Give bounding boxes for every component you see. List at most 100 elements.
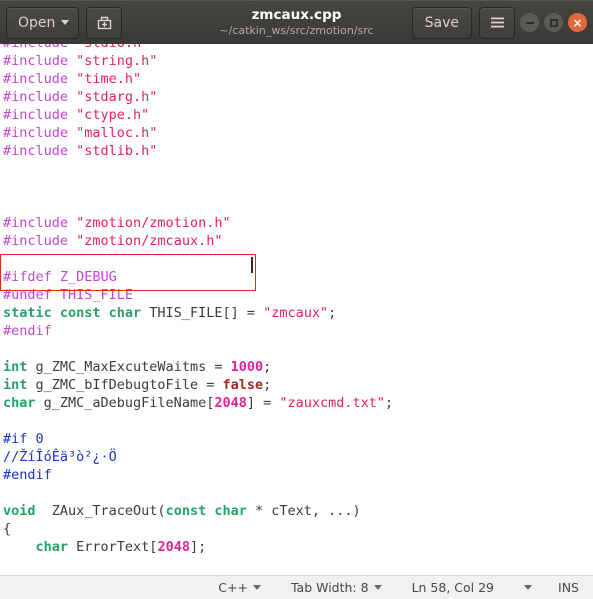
new-document-button[interactable] [86,6,123,39]
code-line: #include "stdlib.h" [3,142,393,160]
code-token-kw: char [35,539,69,555]
code-token-str: "ctype.h" [76,107,150,123]
code-token-num: 1000 [230,359,264,375]
code-token-str: "zmotion/zmcaux.h" [76,233,223,249]
code-token-str: "stdio.h" [76,44,149,51]
chevron-down-icon [373,585,382,590]
code-token-pre: #include [3,44,76,51]
chevron-down-icon [252,585,261,590]
code-token-plain: ; [263,359,272,375]
code-token-pre: #endif [3,323,52,339]
file-path-subtitle: ~/catkin_ws/src/zmotion/src [219,24,374,37]
code-token-plain: { [3,521,12,537]
code-line: #if 0 [3,430,393,448]
code-token-bool: false [222,377,264,393]
code-token-str: "zmotion/zmotion.h" [76,215,231,231]
code-token-plain: ] = [246,395,280,411]
code-token-str: "zmcaux" [263,305,329,321]
save-button-label: Save [424,14,459,31]
code-token-pre: #include [3,143,77,159]
code-token-pre: #ifdef Z_DEBUG [3,269,117,285]
code-line: void ZAux_TraceOut(const char * cText, .… [3,502,393,520]
code-line: int g_ZMC_MaxExcuteWaitms = 1000; [3,358,393,376]
code-token-kw: int [3,377,28,393]
code-token-inactive: #if 0 [3,431,44,447]
code-token-pre: #undef THIS_FILE [3,287,134,303]
code-line: char g_ZMC_aDebugFileName[2048] = "zauxc… [3,394,393,412]
maximize-button[interactable] [544,13,563,32]
code-token-kw: static const char [3,305,142,321]
code-line: static const char THIS_FILE[] = "zmcaux"… [3,304,393,322]
code-token-plain: ]; [189,539,207,555]
cursor-position-dropdown[interactable] [524,585,533,590]
window-titlebar: Open zmcaux.cpp ~/catkin_ws/src/zmotion/… [0,0,593,44]
code-token-str: "stdarg.h" [76,89,158,105]
open-button[interactable]: Open [6,6,80,39]
code-token-kw: char [3,395,36,411]
code-line: char ErrorText[2048]; [3,538,393,556]
code-token-kw: const char [165,503,247,519]
source-code-text[interactable]: #include "stdio.h"#include "string.h"#in… [3,44,393,556]
code-token-plain: ; [263,377,272,393]
code-line: #include "malloc.h" [3,124,393,142]
minimize-icon [525,21,534,24]
code-token-str: "zauxcmd.txt" [279,395,386,411]
hamburger-menu-icon [490,17,504,28]
insert-mode-label: INS [558,580,579,595]
code-token-pre: #include [3,89,77,105]
code-token-plain: THIS_FILE[] = [141,305,264,321]
code-token-plain: * cText, ...) [246,503,361,519]
code-line: #include "zmotion/zmcaux.h" [3,232,393,250]
code-token-pre: #include [3,233,77,249]
code-line: #include "ctype.h" [3,106,393,124]
minimize-button[interactable] [520,13,539,32]
status-bar: C++ Tab Width: 8 Ln 58, Col 29 INS [0,575,593,599]
code-token-num: 2048 [157,539,190,555]
close-button[interactable]: × [568,13,587,32]
code-editor-area[interactable]: #include "stdio.h"#include "string.h"#in… [0,44,593,575]
code-token-inactive: #endif [3,467,52,483]
code-line: #include "string.h" [3,52,393,70]
code-line: //ŽíÎóÊä³ò²¿·Ö [3,448,393,466]
language-mode-label: C++ [218,580,248,595]
code-token-plain: g_ZMC_bIfDebugtoFile = [27,377,223,393]
close-icon: × [572,15,583,30]
code-line: { [3,520,393,538]
titlebar-right-group: Save × [411,6,587,39]
cursor-position-selector[interactable]: Ln 58, Col 29 [412,580,494,595]
open-button-label: Open [18,14,56,31]
page-title: zmcaux.cpp [251,7,342,23]
code-token-plain: ; [385,395,394,411]
code-token-kw: void [3,503,36,519]
code-line: #ifdef Z_DEBUG [3,268,393,286]
hamburger-menu-button[interactable] [479,6,515,39]
insert-mode-indicator[interactable]: INS [558,580,579,595]
code-line: #endif [3,322,393,340]
code-line: #include "stdarg.h" [3,88,393,106]
code-token-plain: ErrorText[ [68,539,158,555]
tab-width-selector[interactable]: Tab Width: 8 [291,580,382,595]
code-line: #endif [3,466,393,484]
code-token-inactive: //ŽíÎóÊä³ò²¿·Ö [3,449,117,465]
code-token-pre: #include [3,125,77,141]
code-line: #include "zmotion/zmotion.h" [3,214,393,232]
code-token-plain: g_ZMC_aDebugFileName[ [35,395,215,411]
save-button[interactable]: Save [411,6,472,39]
code-token-str: "malloc.h" [76,125,158,141]
chevron-down-icon [524,585,533,590]
tab-width-label: Tab Width: 8 [290,580,369,595]
code-token-kw: int [3,359,28,375]
maximize-icon [549,18,558,27]
chevron-down-icon [61,20,70,25]
code-token-str: "stdlib.h" [76,143,158,159]
code-token-plain: ZAux_TraceOut( [35,503,166,519]
code-token-plain: ; [328,305,337,321]
text-cursor-caret [251,257,253,273]
language-mode-selector[interactable]: C++ [218,580,261,595]
